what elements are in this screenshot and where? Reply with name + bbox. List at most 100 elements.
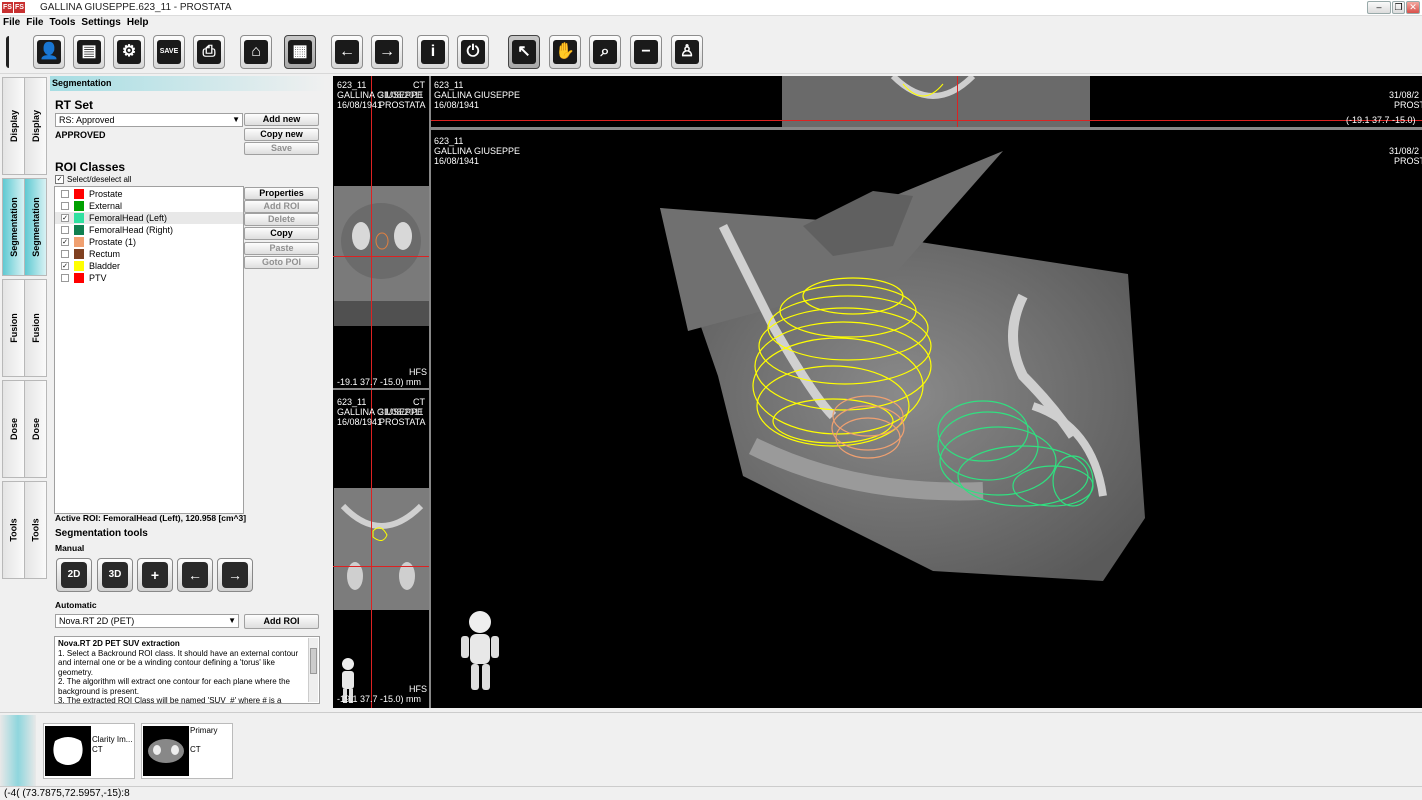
tab-dose-2[interactable]: Dose xyxy=(24,380,47,478)
properties-button[interactable]: Properties xyxy=(244,187,319,200)
zoom-out-button[interactable]: − xyxy=(630,35,662,69)
strip-handle[interactable] xyxy=(0,715,36,787)
roi-color-swatch[interactable] xyxy=(74,189,84,199)
goto-poi-button[interactable]: Goto POI xyxy=(244,256,319,269)
small-top-dob: 16/08/1941 xyxy=(337,100,383,110)
tab-dose[interactable]: Dose xyxy=(2,380,25,478)
restore-button[interactable]: ❐ xyxy=(1392,1,1405,14)
tab-fusion[interactable]: Fusion xyxy=(2,279,25,377)
scrollbar-thumb[interactable] xyxy=(310,648,317,674)
roi-checkbox[interactable] xyxy=(61,250,69,258)
orientation-button[interactable]: ♙ xyxy=(671,35,703,69)
tab-tools[interactable]: Tools xyxy=(2,481,25,579)
save-button[interactable]: SAVE xyxy=(153,35,185,69)
roi-color-swatch[interactable] xyxy=(74,273,84,283)
select-all-checkbox[interactable]: ✓ xyxy=(55,175,64,184)
roi-checkbox[interactable]: ✓ xyxy=(61,214,69,222)
save-rtset-button[interactable]: Save xyxy=(244,142,319,155)
strip-name: GALLINA GIUSEPPE xyxy=(434,90,521,100)
menu-file[interactable]: File xyxy=(3,16,20,30)
notes-button[interactable]: ▦ xyxy=(284,35,316,69)
minimize-button[interactable]: – xyxy=(1367,1,1391,14)
roi-row[interactable]: External xyxy=(55,200,243,212)
roi-name: Prostate xyxy=(89,189,123,199)
copy-new-button[interactable]: Copy new xyxy=(244,128,319,141)
patient-settings-button[interactable]: ⚙ xyxy=(113,35,145,69)
roi-color-swatch[interactable] xyxy=(74,201,84,211)
tab-tools-2[interactable]: Tools xyxy=(24,481,47,579)
small-top-id: 623_11 xyxy=(337,80,367,90)
tab-fusion-2[interactable]: Fusion xyxy=(24,279,47,377)
small-top-study: PROSTATA xyxy=(379,100,426,110)
add-new-button[interactable]: Add new xyxy=(244,113,319,126)
draw-3d-button[interactable]: 3D xyxy=(97,558,133,592)
auto-add-roi-button[interactable]: Add ROI xyxy=(244,614,319,629)
series-thumb-primary[interactable]: Primary CT xyxy=(141,723,233,779)
pan-tool-button[interactable]: ✋ xyxy=(549,35,581,69)
roi-checkbox[interactable] xyxy=(61,202,69,210)
status-bar: (-4( (73.7875,72.5957,-15):8 xyxy=(0,786,1422,800)
roi-row[interactable]: FemoralHead (Right) xyxy=(55,224,243,236)
thumb-modality: CT xyxy=(190,745,201,754)
menu-tools[interactable]: Tools xyxy=(49,16,75,30)
add-roi-button[interactable]: Add ROI xyxy=(244,200,319,213)
menu-file-2[interactable]: File xyxy=(26,16,43,30)
roi-color-swatch[interactable] xyxy=(74,249,84,259)
patient-button[interactable]: 👤 xyxy=(33,35,65,69)
series-thumb-clarity[interactable]: Clarity Im... CT xyxy=(43,723,135,779)
roi-color-swatch[interactable] xyxy=(74,225,84,235)
tab-display-2[interactable]: Display xyxy=(24,77,47,175)
paste-roi-button[interactable]: Paste xyxy=(244,242,319,255)
patient-info-button[interactable]: ▤ xyxy=(73,35,105,69)
thumb-image xyxy=(143,726,189,776)
small-bottom-modality: CT xyxy=(413,397,425,407)
roi-row[interactable]: ✓ Bladder xyxy=(55,260,243,272)
coronal-ct-image xyxy=(334,488,429,610)
roi-color-swatch[interactable] xyxy=(74,261,84,271)
print-button[interactable]: ⎙ xyxy=(193,35,225,69)
rtset-status: APPROVED xyxy=(55,130,106,140)
forward-button[interactable]: → xyxy=(371,35,403,69)
draw-2d-button[interactable]: 2D xyxy=(56,558,92,592)
delete-roi-button[interactable]: Delete xyxy=(244,213,319,226)
roi-row[interactable]: PTV xyxy=(55,272,243,284)
menu-help[interactable]: Help xyxy=(127,16,149,30)
info-button[interactable]: i xyxy=(417,35,449,69)
roi-row[interactable]: Prostate xyxy=(55,188,243,200)
tab-display[interactable]: Display xyxy=(2,77,25,175)
roi-checkbox[interactable]: ✓ xyxy=(61,262,69,270)
roi-checkbox[interactable] xyxy=(61,190,69,198)
prev-slice-button[interactable]: ← xyxy=(177,558,213,592)
small-bottom-date: 31/08/2011 xyxy=(379,407,424,417)
menu-settings[interactable]: Settings xyxy=(81,16,120,30)
tab-segmentation[interactable]: Segmentation xyxy=(2,178,25,276)
roi-checkbox[interactable] xyxy=(61,274,69,282)
roi-color-swatch[interactable] xyxy=(74,237,84,247)
next-slice-button[interactable]: → xyxy=(217,558,253,592)
roi-row[interactable]: ✓ FemoralHead (Left) xyxy=(55,212,243,224)
strip-coord: (-19.1 37.7 -15.0) xyxy=(1346,115,1416,125)
roi-name: PTV xyxy=(89,273,107,283)
home-button[interactable]: ⌂ xyxy=(240,35,272,69)
automatic-label: Automatic xyxy=(55,600,97,610)
roi-checkbox[interactable] xyxy=(61,226,69,234)
chevron-down-icon: ▼ xyxy=(232,115,240,124)
algorithm-dropdown[interactable]: Nova.RT 2D (PET) ▼ xyxy=(55,614,239,628)
power-button[interactable]: ⏻ xyxy=(457,35,489,69)
rtset-dropdown[interactable]: RS: Approved ▼ xyxy=(55,113,243,127)
image-viewer[interactable]: 623_11 CT GALLINA GIUSEPPE 31/08/2011 16… xyxy=(333,76,1422,708)
roi-color-swatch[interactable] xyxy=(74,213,84,223)
tab-segmentation-2[interactable]: Segmentation xyxy=(24,178,47,276)
roi-row[interactable]: Rectum xyxy=(55,248,243,260)
copy-roi-button[interactable]: Copy xyxy=(244,227,319,240)
notes-icon: ▦ xyxy=(288,40,312,64)
description-scrollbar[interactable] xyxy=(308,638,318,702)
roi-row[interactable]: ✓ Prostate (1) xyxy=(55,236,243,248)
segmentation-panel: Segmentation RT Set RS: Approved ▼ APPROV… xyxy=(50,76,326,708)
add-contour-button[interactable]: + xyxy=(137,558,173,592)
close-button[interactable]: ✕ xyxy=(1406,1,1420,14)
pointer-tool-button[interactable]: ↖ xyxy=(508,35,540,69)
zoom-tool-button[interactable]: ⌕ xyxy=(589,35,621,69)
back-button[interactable]: ← xyxy=(331,35,363,69)
roi-checkbox[interactable]: ✓ xyxy=(61,238,69,246)
